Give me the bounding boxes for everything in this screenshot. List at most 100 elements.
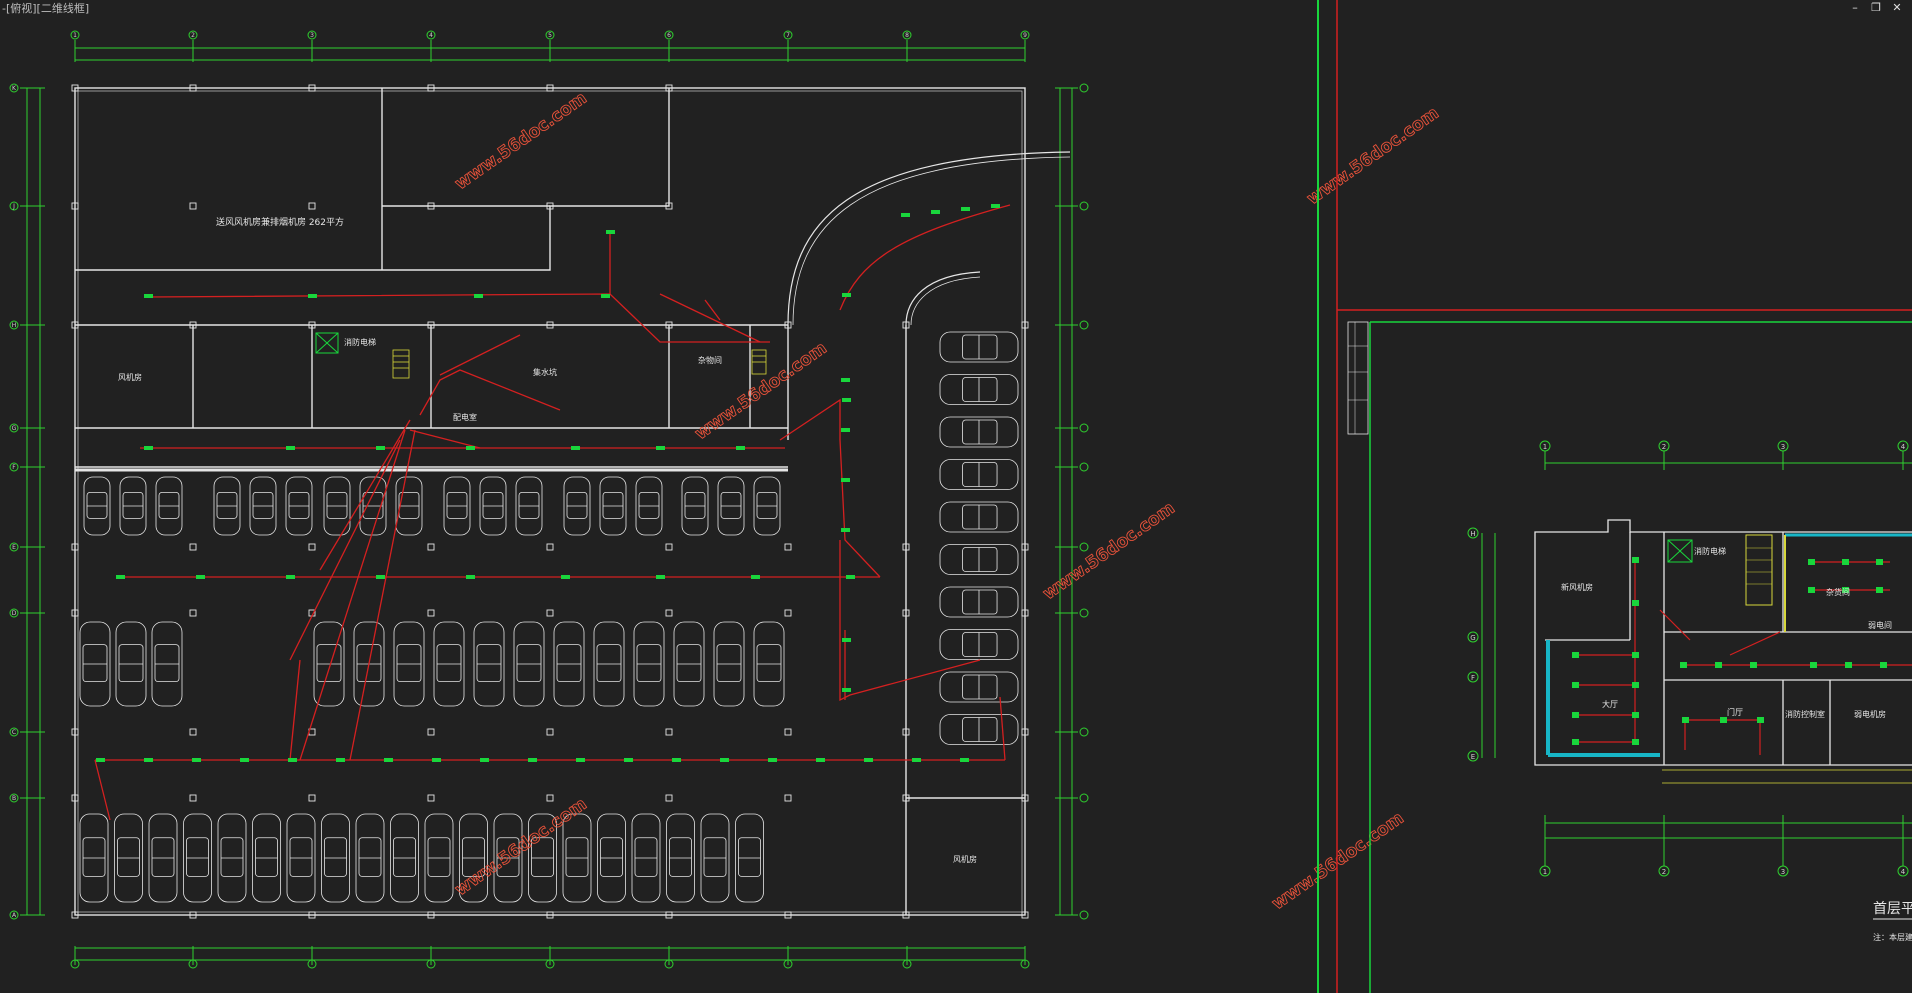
light-fixture	[466, 446, 475, 450]
light-fixture	[286, 575, 295, 579]
room-label-power: 弱电机房	[1854, 709, 1886, 719]
grid-label-row: B	[12, 795, 16, 802]
grid-label-col: 7	[786, 32, 790, 39]
car-stall	[681, 476, 709, 536]
light-fixture	[561, 575, 570, 579]
car-stall	[939, 374, 1019, 405]
grid-label-col: 6	[667, 32, 671, 39]
car-stall	[513, 621, 545, 707]
car-stall	[717, 476, 745, 536]
room-label-entry: 门厅	[1727, 707, 1743, 717]
car-stall	[700, 813, 730, 903]
car-stall	[393, 621, 425, 707]
light-fixture	[656, 575, 665, 579]
light-fixture	[376, 575, 385, 579]
car-stall	[286, 813, 316, 903]
room-label-elevator: 消防电梯	[344, 337, 376, 347]
car-stall	[713, 621, 745, 707]
grid-label-row: G	[1470, 634, 1475, 642]
grid-label-col: 4	[429, 32, 433, 39]
car-stall	[321, 813, 350, 903]
car-stall	[119, 476, 147, 536]
car-stall	[151, 621, 183, 707]
grid-label-row: H	[12, 322, 17, 329]
light-fixture	[384, 758, 393, 762]
light-fixture	[736, 446, 745, 450]
car-stall	[355, 813, 385, 903]
room-label-security: 消防控制室	[1785, 709, 1825, 719]
room-label-sump: 集水坑	[533, 367, 557, 377]
car-stall	[939, 671, 1019, 703]
car-stall	[515, 476, 543, 536]
car-stall	[359, 476, 387, 536]
car-stall	[939, 331, 1019, 363]
car-stall	[473, 621, 505, 707]
light-fixture	[144, 446, 153, 450]
light-fixture	[672, 758, 681, 762]
car-stall	[217, 813, 247, 903]
light-fixture	[601, 294, 610, 298]
light-fixture	[846, 575, 855, 579]
car-stall	[939, 459, 1019, 490]
light-fixture	[376, 446, 385, 450]
light-fixture	[842, 688, 851, 692]
car-stall	[249, 476, 277, 536]
grid-label-col: 1	[1543, 868, 1547, 876]
light-fixture	[961, 207, 970, 211]
light-fixture	[240, 758, 249, 762]
car-stall	[562, 813, 592, 903]
car-stall	[735, 813, 764, 903]
room-label-electric: 弱电间	[1868, 620, 1892, 630]
car-stall	[183, 813, 212, 903]
light-fixture	[816, 758, 825, 762]
light-fixture	[144, 758, 153, 762]
grid-label-row: E	[1471, 753, 1475, 761]
right-walls	[1534, 519, 1912, 784]
room-label-elevator: 消防电梯	[1694, 546, 1726, 556]
grid-label-row: J	[12, 203, 15, 210]
car-stall	[635, 476, 663, 536]
grid-label-col: 3	[310, 32, 314, 39]
car-stall	[939, 714, 1019, 745]
light-fixture	[96, 758, 105, 762]
light-fixture	[841, 478, 850, 482]
light-fixture	[571, 446, 580, 450]
light-fixture	[196, 575, 205, 579]
light-fixture	[432, 758, 441, 762]
grid-label-col: 4	[1901, 868, 1906, 876]
grid-label-col: 2	[1662, 443, 1666, 451]
drawing-canvas[interactable]: 1 2 3 4 5 6 7 8 9 K J H G F E D C B A 送风…	[0, 0, 1912, 993]
light-fixture	[606, 230, 615, 234]
light-fixture	[842, 293, 851, 297]
car-stall	[79, 621, 111, 707]
light-fixture	[912, 758, 921, 762]
building-walls	[74, 87, 1071, 916]
light-fixture	[841, 378, 850, 382]
light-fixture	[528, 758, 537, 762]
plan-note: 注：本层建筑	[1873, 932, 1912, 942]
grid-label-col: 1	[1543, 443, 1547, 451]
room-label-electrical: 配电室	[453, 412, 477, 422]
electrical-wiring	[94, 204, 1011, 821]
watermark-text: www.56doc.com	[451, 794, 590, 900]
light-fixture	[474, 294, 483, 298]
grid-label-col: 1	[73, 32, 77, 39]
light-fixture	[841, 528, 850, 532]
light-fixture	[768, 758, 777, 762]
car-stall	[553, 621, 585, 707]
car-stall	[285, 476, 313, 536]
car-stall	[753, 621, 785, 707]
light-fixture	[288, 758, 297, 762]
car-stall	[633, 621, 665, 707]
light-fixture	[144, 294, 153, 298]
light-fixture	[116, 575, 125, 579]
room-label-hvac: 送风风机房兼排烟机房 262平方	[216, 216, 344, 228]
car-stall	[593, 621, 625, 707]
car-stall	[213, 476, 241, 536]
light-fixture	[720, 758, 729, 762]
room-label-hall: 大厅	[1602, 699, 1618, 709]
light-fixture	[991, 204, 1000, 208]
room-label-fan-left: 风机房	[118, 372, 142, 382]
car-stall	[443, 476, 471, 536]
car-stall	[631, 813, 661, 903]
